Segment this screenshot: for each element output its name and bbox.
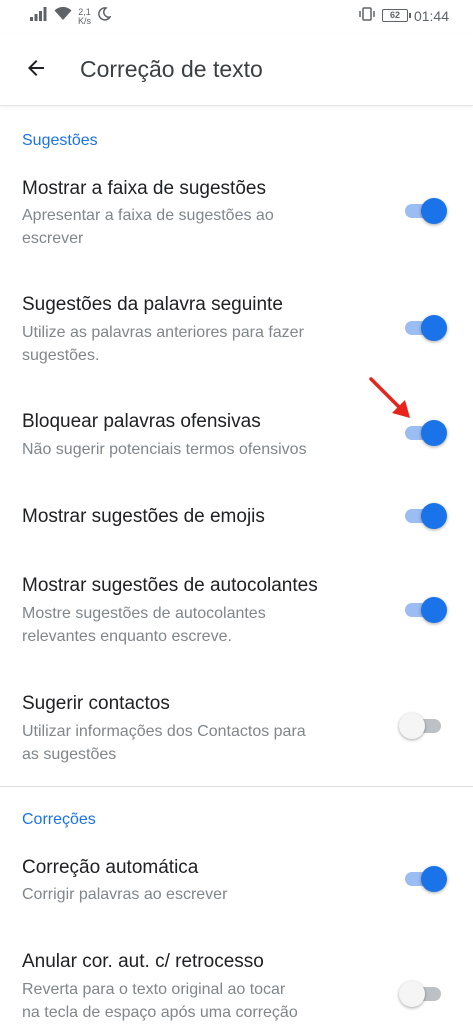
section-header-corrections: Correções bbox=[22, 811, 96, 828]
page-title: Correção de texto bbox=[80, 56, 263, 82]
status-bar-right: 62 01:44 bbox=[358, 7, 449, 24]
toggle-switch[interactable] bbox=[403, 865, 447, 893]
setting-summary-line: relevantes enquanto escreve. bbox=[22, 628, 232, 645]
moon-icon bbox=[97, 7, 112, 26]
app-bar: Correção de texto bbox=[0, 34, 473, 106]
setting-title: Sugestões da palavra seguinte bbox=[22, 294, 283, 315]
setting-sticker-suggestions[interactable]: Mostrar sugestões de autocolantes Mostre… bbox=[0, 562, 473, 662]
setting-summary-line: Reverta para o texto original ao tocar bbox=[22, 981, 286, 998]
toggle-switch[interactable] bbox=[399, 712, 447, 740]
setting-summary: Apresentar a faixa de sugestões ao escre… bbox=[22, 204, 372, 250]
network-speed-unit: K/s bbox=[78, 15, 92, 26]
setting-title: Correção automática bbox=[22, 857, 199, 878]
setting-summary: Corrigir palavras ao escrever bbox=[22, 883, 372, 906]
clock: 01:44 bbox=[413, 7, 449, 24]
setting-emoji-suggestions[interactable]: Mostrar sugestões de emojis bbox=[0, 490, 473, 546]
setting-summary-line: Utilize as palavras anteriores para faze… bbox=[22, 324, 304, 341]
toggle-switch[interactable] bbox=[403, 419, 447, 447]
setting-summary: Reverta para o texto original ao tocar n… bbox=[22, 978, 372, 1024]
setting-summary-line: Corrigir palavras ao escrever bbox=[22, 886, 228, 903]
setting-title: Mostrar sugestões de emojis bbox=[22, 506, 265, 527]
section-header-suggestions: Sugestões bbox=[22, 132, 98, 149]
network-speed: 2,1 K/s bbox=[78, 7, 92, 26]
setting-summary: Não sugerir potenciais termos ofensivos bbox=[22, 438, 372, 461]
setting-summary-line: Mostre sugestões de autocolantes bbox=[22, 605, 266, 622]
setting-title: Anular cor. aut. c/ retrocesso bbox=[22, 951, 264, 972]
toggle-switch[interactable] bbox=[403, 596, 447, 624]
setting-title: Mostrar sugestões de autocolantes bbox=[22, 575, 318, 596]
setting-summary-line: Não sugerir potenciais termos ofensivos bbox=[22, 441, 307, 458]
setting-title: Sugerir contactos bbox=[22, 693, 170, 714]
setting-summary-line: sugestões. bbox=[22, 347, 100, 364]
setting-summary-line: Apresentar a faixa de sugestões ao bbox=[22, 207, 274, 224]
setting-summary-line: as sugestões bbox=[22, 746, 117, 763]
setting-next-word-suggestions[interactable]: Sugestões da palavra seguinte Utilize as… bbox=[0, 284, 473, 384]
setting-summary-line: escrever bbox=[22, 230, 84, 247]
section-divider bbox=[0, 786, 473, 787]
setting-summary-line: Utilizar informações dos Contactos para bbox=[22, 723, 306, 740]
wifi-icon bbox=[54, 6, 72, 26]
back-button[interactable] bbox=[20, 54, 52, 86]
setting-summary: Mostre sugestões de autocolantes relevan… bbox=[22, 602, 372, 648]
setting-show-suggestion-strip[interactable]: Mostrar a faixa de sugestões Apresentar … bbox=[0, 166, 473, 268]
setting-auto-correction[interactable]: Correção automática Corrigir palavras ao… bbox=[0, 846, 473, 918]
signal-icon bbox=[30, 7, 48, 26]
setting-undo-autocorrect-backspace[interactable]: Anular cor. aut. c/ retrocesso Reverta p… bbox=[0, 940, 473, 1024]
toggle-switch[interactable] bbox=[403, 197, 447, 225]
setting-summary: Utilize as palavras anteriores para faze… bbox=[22, 321, 372, 367]
setting-title: Mostrar a faixa de sugestões bbox=[22, 178, 266, 199]
arrow-back-icon bbox=[24, 56, 48, 85]
status-bar: 2,1 K/s 62 01:44 bbox=[0, 0, 473, 34]
status-bar-left: 2,1 K/s bbox=[30, 6, 112, 26]
setting-suggest-contacts[interactable]: Sugerir contactos Utilizar informações d… bbox=[0, 680, 473, 780]
setting-title: Bloquear palavras ofensivas bbox=[22, 411, 261, 432]
toggle-switch[interactable] bbox=[403, 314, 447, 342]
toggle-switch[interactable] bbox=[399, 980, 447, 1008]
annotation-arrow-icon bbox=[368, 376, 414, 422]
setting-summary-line: na tecla de espaço após uma correção bbox=[22, 1004, 298, 1021]
setting-summary: Utilizar informações dos Contactos para … bbox=[22, 720, 372, 766]
toggle-switch[interactable] bbox=[403, 502, 447, 530]
vibrate-icon bbox=[358, 7, 376, 24]
battery-icon: 62 bbox=[381, 9, 411, 22]
